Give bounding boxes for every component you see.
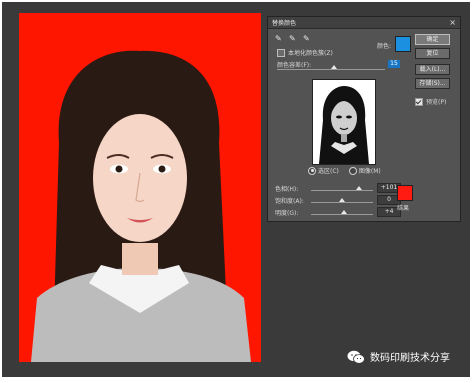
radio-selection[interactable]: 选区(C) [308,166,339,175]
dialog-title: 替换颜色 [272,20,297,27]
hue-slider-thumb[interactable] [356,186,363,190]
saturation-slider-thumb[interactable] [339,198,345,202]
localized-checkbox[interactable] [277,48,285,57]
fuzziness-slider[interactable] [277,65,385,70]
radio-selection-dot[interactable] [308,166,316,175]
saturation-row: 饱和度(A): 0 [275,195,401,207]
preview-toggle[interactable]: 预览(P) [415,97,446,106]
localized-color-clusters[interactable]: 本地化颜色簇(Z) [277,48,333,57]
reset-button[interactable]: 复位 [415,48,450,59]
preview-mode-radios: 选区(C) 图像(M) [308,166,381,175]
selection-mask-preview [312,79,376,165]
hue-label: 色相(H): [275,186,299,193]
watermark: 数码印刷技术分享 [347,349,450,364]
load-button[interactable]: 载入(L)... [415,64,450,75]
radio-image[interactable]: 图像(M) [348,166,381,175]
photoshop-workspace: 替换颜色 × ✎ ✎ ✎ 本地化颜色簇(Z) 颜色: 颜色容差(F): 15 确… [2,2,470,377]
radio-image-label: 图像(M) [358,168,381,175]
mask-preview-image [313,80,375,164]
wechat-icon [347,350,365,364]
hue-slider[interactable] [311,186,373,191]
preview-checkbox[interactable] [415,97,423,106]
result-label: 结果 [397,205,410,212]
fuzziness-label: 颜色容差(F): [277,62,312,69]
fuzziness-value[interactable]: 15 [388,60,400,68]
radio-selection-label: 选区(C) [318,168,339,175]
eyedropper-minus-icon[interactable]: ✎ [303,34,312,43]
replace-color-dialog: 替换颜色 × ✎ ✎ ✎ 本地化颜色簇(Z) 颜色: 颜色容差(F): 15 确… [267,16,461,222]
ok-button[interactable]: 确定 [415,34,450,45]
eyedropper-icon[interactable]: ✎ [275,34,284,43]
lightness-slider[interactable] [311,210,373,215]
eyedropper-tools: ✎ ✎ ✎ [275,34,312,43]
preview-label: 预览(P) [426,99,447,106]
portrait-photo [19,13,261,362]
color-label: 颜色: [377,43,392,50]
dialog-titlebar[interactable]: 替换颜色 × [268,17,460,29]
hue-row: 色相(H): +101 [275,183,401,195]
fuzziness-slider-thumb[interactable] [331,65,338,69]
document-canvas[interactable] [19,13,261,362]
lightness-label: 明度(G): [275,210,299,217]
source-color-swatch[interactable] [395,36,411,52]
radio-image-dot[interactable] [348,166,357,175]
save-button[interactable]: 存储(S)... [415,78,450,89]
watermark-text: 数码印刷技术分享 [370,353,450,364]
close-icon[interactable]: × [449,18,456,27]
localized-label: 本地化颜色簇(Z) [288,50,333,57]
eyedropper-plus-icon[interactable]: ✎ [289,34,298,43]
result-color-swatch[interactable] [397,185,413,201]
lightness-slider-thumb[interactable] [340,210,347,214]
saturation-slider[interactable] [311,198,373,203]
lightness-row: 明度(G): +4 [275,207,401,219]
saturation-label: 饱和度(A): [275,198,304,205]
